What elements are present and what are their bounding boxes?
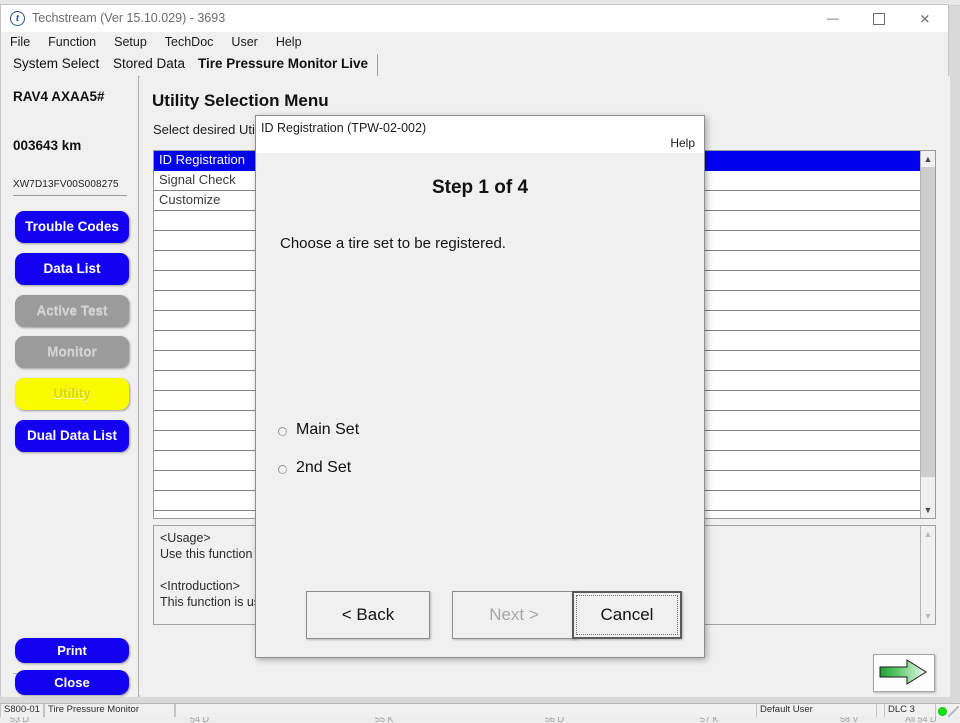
sidebar-divider: [13, 195, 127, 196]
status-code: S800-01: [0, 704, 44, 717]
cancel-button[interactable]: Cancel: [572, 591, 682, 639]
trouble-codes-button[interactable]: Trouble Codes: [15, 211, 129, 243]
ghost-cell: 55 K: [375, 717, 394, 723]
vin-label: XW7D13FV00S008275: [13, 179, 119, 190]
radio-label-2nd-set: 2nd Set: [296, 459, 352, 476]
maximize-button[interactable]: [856, 5, 902, 32]
ghost-cell: 54 D: [190, 717, 210, 723]
menu-item-techdoc[interactable]: TechDoc: [156, 32, 223, 50]
menu-item-user[interactable]: User: [222, 32, 266, 50]
menu-item-setup[interactable]: Setup: [105, 32, 156, 50]
utility-button[interactable]: Utility: [15, 378, 129, 410]
tab-bar: System Select Stored Data Tire Pressure …: [1, 53, 948, 77]
close-button[interactable]: Close: [15, 670, 129, 695]
vehicle-model-label: RAV4 AXAA5#: [13, 89, 105, 104]
minimize-icon: —: [827, 10, 839, 25]
monitor-button: Monitor: [15, 336, 129, 368]
next-step-arrow-button[interactable]: [873, 654, 935, 692]
green-right-arrow-icon: [879, 659, 927, 685]
scroll-down-icon: ▼: [921, 608, 935, 624]
minimize-button[interactable]: —: [810, 5, 856, 32]
techstream-logo-icon: t: [10, 11, 25, 26]
active-test-button: Active Test: [15, 295, 129, 327]
dialog-step-indicator: Step 1 of 4: [431, 177, 529, 198]
window-title: Techstream (Ver 15.10.029) - 3693: [32, 11, 226, 25]
page-title: Utility Selection Menu: [152, 91, 329, 110]
status-system-name: Tire Pressure Monitor: [44, 704, 175, 717]
ghost-cell: 53 D: [10, 717, 30, 723]
next-button: Next >: [452, 591, 576, 639]
offscreen-row-sliver: 53 D 54 D 55 K 56 D 57 K 58 V All 54 D: [0, 717, 960, 723]
tab-tire-pressure-monitor-live[interactable]: Tire Pressure Monitor Live: [189, 54, 379, 77]
data-list-button[interactable]: Data List: [15, 253, 129, 285]
tab-system-select[interactable]: System Select: [4, 54, 110, 75]
radio-button-icon[interactable]: [278, 465, 287, 474]
menu-item-function[interactable]: Function: [39, 32, 105, 50]
ghost-cell: All 54 D: [905, 717, 937, 723]
radio-button-icon[interactable]: [278, 427, 287, 436]
scroll-up-icon[interactable]: ▲: [921, 151, 935, 167]
menu-item-help[interactable]: Help: [267, 32, 311, 50]
dialog-help-link[interactable]: Help: [670, 136, 695, 150]
close-window-button[interactable]: ✕: [902, 5, 948, 32]
utility-list-scrollbar[interactable]: ▲ ▼: [920, 151, 935, 518]
description-scrollbar: ▲ ▼: [920, 526, 935, 624]
dialog-title: ID Registration (TPW-02-002): [261, 121, 427, 135]
dual-data-list-button[interactable]: Dual Data List: [15, 420, 129, 452]
menu-bar: File Function Setup TechDoc User Help: [1, 32, 948, 53]
print-button[interactable]: Print: [15, 638, 129, 663]
status-user: Default User: [756, 704, 877, 717]
id-registration-dialog: ID Registration (TPW-02-002) Help Step 1…: [255, 115, 705, 658]
menu-item-file[interactable]: File: [1, 32, 39, 50]
status-connection: DLC 3: [884, 704, 936, 717]
resize-grip-icon[interactable]: [948, 706, 959, 717]
ghost-cell: 58 V: [840, 717, 859, 723]
close-icon: ✕: [919, 11, 931, 26]
status-bar: S800-01 Tire Pressure Monitor Default Us…: [0, 703, 960, 717]
ghost-cell: 56 D: [545, 717, 565, 723]
ghost-cell: 57 K: [700, 717, 719, 723]
window-title-bar: t Techstream (Ver 15.10.029) - 3693 — ✕: [1, 5, 948, 32]
focus-outline: [576, 595, 678, 635]
dialog-prompt-text: Choose a tire set to be registered.: [280, 235, 506, 252]
status-message: [175, 704, 740, 717]
scrollbar-thumb[interactable]: [921, 167, 935, 477]
odometer-label: 003643 km: [13, 138, 82, 153]
dialog-header: ID Registration (TPW-02-002): [256, 116, 704, 153]
techstream-application-window: t Techstream (Ver 15.10.029) - 3693 — ✕ …: [0, 4, 950, 697]
scroll-up-icon: ▲: [921, 526, 935, 542]
scroll-down-icon[interactable]: ▼: [921, 502, 935, 518]
connection-status-led: [938, 707, 947, 716]
tab-stored-data[interactable]: Stored Data: [104, 54, 196, 75]
radio-label-main-set: Main Set: [296, 421, 360, 438]
maximize-icon: [873, 12, 885, 25]
back-button[interactable]: < Back: [306, 591, 430, 639]
vehicle-sidebar: RAV4 AXAA5# 003643 km XW7D13FV00S008275 …: [1, 76, 139, 697]
